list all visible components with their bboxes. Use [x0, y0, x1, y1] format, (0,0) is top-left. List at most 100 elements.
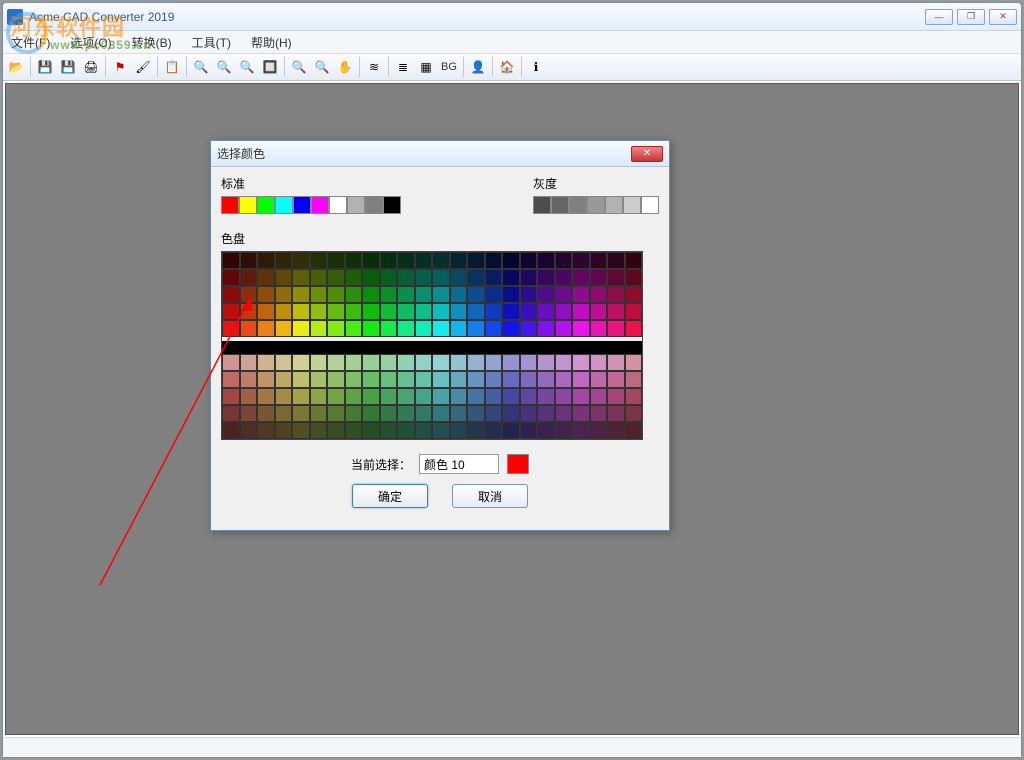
- palette-cell[interactable]: [467, 371, 485, 388]
- standard-swatch[interactable]: [365, 196, 383, 214]
- palette-cell[interactable]: [275, 422, 293, 439]
- palette-cell[interactable]: [467, 388, 485, 405]
- palette-cell[interactable]: [362, 405, 380, 422]
- palette-cell[interactable]: [590, 388, 608, 405]
- palette-cell[interactable]: [397, 405, 415, 422]
- palette-cell[interactable]: [607, 422, 625, 439]
- palette-cell[interactable]: [257, 354, 275, 371]
- palette-cell[interactable]: [257, 320, 275, 337]
- palette-cell[interactable]: [257, 371, 275, 388]
- palette-cell[interactable]: [450, 269, 468, 286]
- palette-cell[interactable]: [292, 354, 310, 371]
- palette-cell[interactable]: [432, 388, 450, 405]
- palette-cell[interactable]: [450, 422, 468, 439]
- palette-cell[interactable]: [467, 286, 485, 303]
- palette-cell[interactable]: [240, 269, 258, 286]
- palette-cell[interactable]: [607, 388, 625, 405]
- palette-cell[interactable]: [415, 354, 433, 371]
- palette-cell[interactable]: [222, 320, 240, 337]
- palette-cell[interactable]: [345, 371, 363, 388]
- palette-cell[interactable]: [397, 320, 415, 337]
- palette-cell[interactable]: [292, 371, 310, 388]
- palette-cell[interactable]: [467, 303, 485, 320]
- palette-cell[interactable]: [345, 286, 363, 303]
- palette-cell[interactable]: [555, 405, 573, 422]
- palette-cell[interactable]: [327, 422, 345, 439]
- palette-cell[interactable]: [590, 286, 608, 303]
- palette-cell[interactable]: [467, 320, 485, 337]
- palette-cell[interactable]: [345, 269, 363, 286]
- palette-cell[interactable]: [415, 405, 433, 422]
- palette-cell[interactable]: [555, 269, 573, 286]
- palette-cell[interactable]: [555, 303, 573, 320]
- palette-cell[interactable]: [485, 320, 503, 337]
- palette-cell[interactable]: [537, 388, 555, 405]
- palette-cell[interactable]: [590, 269, 608, 286]
- palette-cell[interactable]: [607, 286, 625, 303]
- palette-cell[interactable]: [292, 422, 310, 439]
- palette-cell[interactable]: [327, 354, 345, 371]
- palette-cell[interactable]: [467, 422, 485, 439]
- palette-cell[interactable]: [572, 354, 590, 371]
- bg-button[interactable]: BG: [438, 56, 460, 78]
- palette-cell[interactable]: [310, 286, 328, 303]
- palette-cell[interactable]: [590, 303, 608, 320]
- palette-cell[interactable]: [310, 422, 328, 439]
- palette-cell[interactable]: [432, 371, 450, 388]
- palette-cell[interactable]: [380, 252, 398, 269]
- palette-cell[interactable]: [432, 405, 450, 422]
- palette-cell[interactable]: [362, 269, 380, 286]
- palette-cell[interactable]: [502, 303, 520, 320]
- palette-cell[interactable]: [625, 371, 643, 388]
- palette-cell[interactable]: [240, 371, 258, 388]
- palette-cell[interactable]: [362, 303, 380, 320]
- palette-cell[interactable]: [485, 388, 503, 405]
- palette-cell[interactable]: [310, 320, 328, 337]
- palette-cell[interactable]: [502, 388, 520, 405]
- palette-cell[interactable]: [257, 252, 275, 269]
- menu-options[interactable]: 选项(O): [66, 34, 115, 51]
- gray-swatch[interactable]: [623, 196, 641, 214]
- palette-cell[interactable]: [380, 354, 398, 371]
- palette-cell[interactable]: [222, 405, 240, 422]
- palette-cell[interactable]: [450, 252, 468, 269]
- palette-cell[interactable]: [292, 252, 310, 269]
- palette-cell[interactable]: [240, 354, 258, 371]
- menu-tools[interactable]: 工具(T): [188, 34, 235, 51]
- palette-cell[interactable]: [485, 405, 503, 422]
- palette-cell[interactable]: [222, 252, 240, 269]
- palette-cell[interactable]: [275, 405, 293, 422]
- palette-cell[interactable]: [292, 303, 310, 320]
- palette-cell[interactable]: [415, 252, 433, 269]
- palette-cell[interactable]: [432, 286, 450, 303]
- palette-cell[interactable]: [327, 303, 345, 320]
- palette-cell[interactable]: [432, 354, 450, 371]
- palette-cell[interactable]: [345, 422, 363, 439]
- palette-cell[interactable]: [450, 354, 468, 371]
- palette-cell[interactable]: [520, 371, 538, 388]
- palette-cell[interactable]: [415, 303, 433, 320]
- palette-cell[interactable]: [555, 252, 573, 269]
- palette-cell[interactable]: [450, 320, 468, 337]
- palette-cell[interactable]: [607, 269, 625, 286]
- palette-cell[interactable]: [240, 405, 258, 422]
- palette-cell[interactable]: [380, 388, 398, 405]
- palette-cell[interactable]: [485, 252, 503, 269]
- palette-cell[interactable]: [467, 269, 485, 286]
- zoom-window-icon[interactable]: 🔲: [259, 56, 281, 78]
- gray-swatch[interactable]: [587, 196, 605, 214]
- palette-cell[interactable]: [362, 422, 380, 439]
- palette-cell[interactable]: [310, 405, 328, 422]
- palette-cell[interactable]: [292, 286, 310, 303]
- palette-cell[interactable]: [380, 371, 398, 388]
- palette-cell[interactable]: [625, 422, 643, 439]
- palette-cell[interactable]: [327, 286, 345, 303]
- palette-cell[interactable]: [502, 354, 520, 371]
- palette-cell[interactable]: [625, 405, 643, 422]
- standard-swatch[interactable]: [221, 196, 239, 214]
- palette-cell[interactable]: [537, 286, 555, 303]
- palette-cell[interactable]: [275, 286, 293, 303]
- palette-cell[interactable]: [345, 320, 363, 337]
- grid-icon[interactable]: ▦: [415, 56, 437, 78]
- palette-cell[interactable]: [520, 303, 538, 320]
